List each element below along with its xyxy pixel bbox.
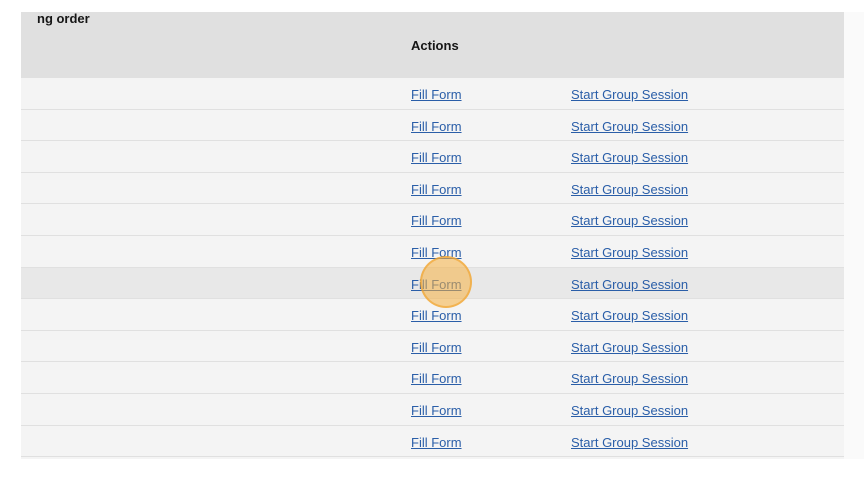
start-group-session-link[interactable]: Start Group Session — [571, 277, 688, 292]
fill-form-link[interactable]: Fill Form — [411, 182, 462, 197]
start-group-session-link[interactable]: Start Group Session — [571, 340, 688, 355]
page-bottom-margin — [0, 459, 864, 477]
actions-column-header: Actions — [411, 38, 459, 53]
actions-table: ng order Actions Fill Form Start Group Se… — [21, 12, 844, 471]
viewport: ng order Actions Fill Form Start Group Se… — [0, 0, 864, 477]
table-row: Fill Form Start Group Session — [21, 235, 844, 268]
start-group-session-link[interactable]: Start Group Session — [571, 119, 688, 134]
start-group-session-link[interactable]: Start Group Session — [571, 403, 688, 418]
table-row: Fill Form Start Group Session — [21, 141, 844, 173]
start-group-session-link[interactable]: Start Group Session — [571, 87, 688, 102]
start-group-session-link[interactable]: Start Group Session — [571, 213, 688, 228]
fill-form-link[interactable]: Fill Form — [411, 435, 462, 450]
table-row: Fill Form Start Group Session — [21, 172, 844, 205]
table-row: Fill Form Start Group Session — [21, 78, 844, 110]
start-group-session-link[interactable]: Start Group Session — [571, 245, 688, 260]
fill-form-link[interactable]: Fill Form — [411, 308, 462, 323]
table-row: Fill Form Start Group Session — [21, 425, 844, 458]
table-row: Fill Form Start Group Session — [21, 330, 844, 363]
start-group-session-link[interactable]: Start Group Session — [571, 150, 688, 165]
table-row: Fill Form Start Group Session — [21, 109, 844, 142]
fill-form-link[interactable]: Fill Form — [411, 150, 462, 165]
start-group-session-link[interactable]: Start Group Session — [571, 308, 688, 323]
fill-form-link[interactable]: Fill Form — [411, 403, 462, 418]
sort-caption: ng order — [37, 12, 90, 26]
table-row: Fill Form Start Group Session — [21, 267, 844, 300]
fill-form-link[interactable]: Fill Form — [411, 119, 462, 134]
fill-form-link[interactable]: Fill Form — [411, 213, 462, 228]
fill-form-link[interactable]: Fill Form — [411, 371, 462, 386]
fill-form-link[interactable]: Fill Form — [411, 87, 462, 102]
fill-form-link[interactable]: Fill Form — [411, 245, 462, 260]
table-row: Fill Form Start Group Session — [21, 299, 844, 331]
table-body: Fill Form Start Group Session Fill Form Sta… — [21, 78, 844, 471]
start-group-session-link[interactable]: Start Group Session — [571, 435, 688, 450]
table-header: ng order Actions — [21, 12, 844, 78]
table-row: Fill Form Start Group Session — [21, 362, 844, 394]
scrollbar-track[interactable] — [844, 12, 864, 471]
table-row: Fill Form Start Group Session — [21, 204, 844, 236]
start-group-session-link[interactable]: Start Group Session — [571, 371, 688, 386]
start-group-session-link[interactable]: Start Group Session — [571, 182, 688, 197]
table-row: Fill Form Start Group Session — [21, 393, 844, 426]
fill-form-link[interactable]: Fill Form — [411, 340, 462, 355]
fill-form-link[interactable]: Fill Form — [411, 277, 462, 292]
